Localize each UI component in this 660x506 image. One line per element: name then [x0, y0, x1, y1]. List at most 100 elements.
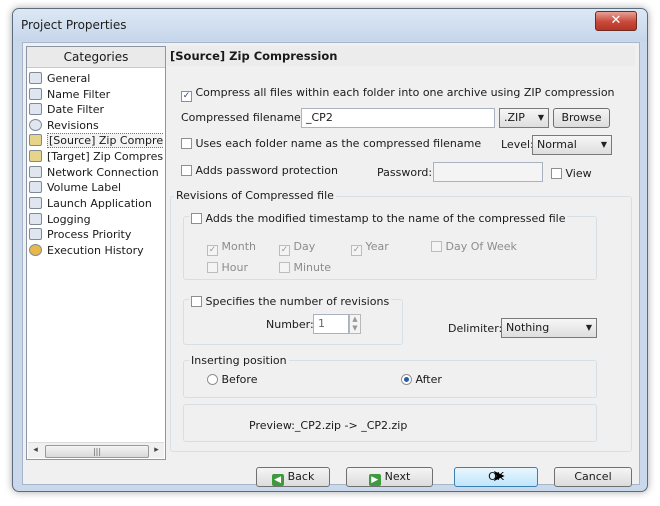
use-folder-name-option[interactable]: Uses each folder name as the compressed …: [181, 137, 481, 150]
compress-all-checkbox[interactable]: ✓: [181, 91, 192, 102]
compressed-filename-label: Compressed filename:: [181, 111, 305, 124]
before-radio[interactable]: [207, 374, 218, 385]
history-icon: [29, 244, 42, 256]
specify-revisions-option[interactable]: Specifies the number of revisions: [189, 295, 392, 308]
browse-button[interactable]: Browse: [553, 108, 610, 128]
number-spinner[interactable]: ▲ ▼: [349, 314, 361, 334]
scrollbar-thumb[interactable]: |||: [45, 445, 149, 458]
category-name-filter[interactable]: Name Filter: [29, 87, 163, 102]
password-protection-label: Adds password protection: [195, 164, 338, 177]
network-icon: [29, 166, 42, 178]
number-input[interactable]: 1: [313, 314, 349, 334]
revisions-group-title: Revisions of Compressed file: [174, 189, 336, 202]
scroll-right-icon[interactable]: ▸: [149, 443, 164, 458]
arrow-right-icon: ▶: [368, 474, 381, 486]
spin-down-icon[interactable]: ▼: [350, 324, 360, 333]
position-after-option[interactable]: After: [401, 373, 442, 386]
delimiter-label: Delimiter:: [448, 322, 503, 335]
use-folder-name-label: Uses each folder name as the compressed …: [195, 137, 482, 150]
after-radio[interactable]: [401, 374, 412, 385]
specify-revisions-checkbox[interactable]: [191, 296, 202, 307]
position-before-option[interactable]: Before: [207, 373, 257, 386]
category-launch-application[interactable]: Launch Application: [29, 196, 163, 211]
category-volume-label[interactable]: Volume Label: [29, 180, 163, 195]
close-button[interactable]: ✕: [595, 11, 637, 31]
chevron-down-icon: ▼: [537, 113, 544, 122]
number-label: Number:: [266, 318, 314, 331]
drive-icon: [29, 181, 42, 193]
level-value: Normal: [537, 138, 577, 151]
scroll-left-icon[interactable]: ◂: [28, 443, 43, 458]
add-timestamp-checkbox[interactable]: [191, 213, 202, 224]
launch-icon: [29, 197, 42, 209]
timestamp-hour-option[interactable]: Hour: [207, 261, 248, 274]
zip-icon: [29, 150, 42, 162]
day-of-week-checkbox[interactable]: [431, 241, 442, 252]
delimiter-select[interactable]: Nothing ▼: [501, 318, 597, 338]
view-password-checkbox[interactable]: [551, 168, 562, 179]
calendar-icon: [29, 72, 42, 84]
cancel-button[interactable]: Cancel: [554, 467, 632, 487]
clock-icon: [29, 119, 42, 131]
password-input[interactable]: [433, 162, 543, 182]
priority-icon: [29, 228, 42, 240]
category-date-filter[interactable]: Date Filter: [29, 102, 163, 117]
arrow-left-icon: ◀: [271, 474, 284, 486]
log-icon: [29, 213, 42, 225]
password-protection-checkbox[interactable]: [181, 165, 192, 176]
category-source-zip-compression[interactable]: [Source] Zip Compression: [29, 133, 163, 148]
password-protection-option[interactable]: Adds password protection: [181, 164, 338, 177]
dialog-client-area: Categories General Name Filter Date Filt…: [22, 42, 640, 487]
compress-all-option[interactable]: ✓ Compress all files within each folder …: [181, 86, 615, 102]
spin-up-icon[interactable]: ▲: [350, 315, 360, 324]
level-select[interactable]: Normal ▼: [532, 135, 612, 155]
back-button[interactable]: ◀ Back: [256, 467, 330, 487]
category-process-priority[interactable]: Process Priority: [29, 227, 163, 242]
view-password-option[interactable]: View: [551, 167, 592, 180]
add-timestamp-label: Adds the modified timestamp to the name …: [205, 212, 566, 225]
categories-panel: Categories General Name Filter Date Filt…: [26, 46, 166, 460]
timestamp-day-of-week-option[interactable]: Day Of Week: [431, 240, 517, 253]
section-title: [Source] Zip Compression: [167, 46, 635, 66]
category-target-zip-compression[interactable]: [Target] Zip Compression: [29, 149, 163, 164]
compress-all-label: Compress all files within each folder in…: [195, 86, 615, 99]
compressed-filename-input[interactable]: _CP2: [301, 108, 495, 128]
category-execution-history[interactable]: Execution History: [29, 243, 163, 258]
timestamp-day-option[interactable]: ✓ Day: [279, 240, 315, 256]
next-button[interactable]: ▶ Next: [346, 467, 433, 487]
window-title: Project Properties: [21, 18, 127, 32]
mouse-pointer-icon: ➤: [492, 466, 506, 485]
title-bar: Project Properties ✕: [13, 9, 647, 41]
day-checkbox[interactable]: ✓: [279, 245, 290, 256]
specify-revisions-label: Specifies the number of revisions: [205, 295, 390, 308]
use-folder-name-checkbox[interactable]: [181, 138, 192, 149]
inserting-position-title: Inserting position: [189, 354, 289, 367]
chevron-down-icon: ▼: [600, 140, 607, 149]
hour-checkbox[interactable]: [207, 262, 218, 273]
timestamp-minute-option[interactable]: Minute: [279, 261, 331, 274]
settings-panel: [Source] Zip Compression ✓ Compress all …: [167, 46, 635, 458]
timestamp-year-option[interactable]: ✓ Year: [351, 240, 389, 256]
categories-header: Categories: [27, 47, 165, 68]
chevron-down-icon: ▼: [585, 323, 592, 332]
extension-select[interactable]: .ZIP ▼: [499, 108, 549, 128]
preview-text: Preview:_CP2.zip -> _CP2.zip: [249, 419, 408, 432]
document-icon: [29, 88, 42, 100]
timestamp-month-option[interactable]: ✓ Month: [207, 240, 256, 256]
zip-icon: [29, 134, 42, 146]
year-checkbox[interactable]: ✓: [351, 245, 362, 256]
extension-value: .ZIP: [504, 111, 525, 124]
category-revisions[interactable]: Revisions: [29, 118, 163, 133]
category-network-connection[interactable]: Network Connection: [29, 165, 163, 180]
category-general[interactable]: General: [29, 71, 163, 86]
password-label: Password:: [377, 166, 433, 179]
categories-horizontal-scrollbar[interactable]: ◂ ||| ▸: [28, 442, 164, 458]
delimiter-value: Nothing: [506, 321, 550, 334]
month-checkbox[interactable]: ✓: [207, 245, 218, 256]
minute-checkbox[interactable]: [279, 262, 290, 273]
view-password-label: View: [565, 167, 592, 180]
document-icon: [29, 103, 42, 115]
category-logging[interactable]: Logging: [29, 212, 163, 227]
level-label: Level:: [501, 138, 534, 151]
add-timestamp-option[interactable]: Adds the modified timestamp to the name …: [189, 212, 568, 225]
